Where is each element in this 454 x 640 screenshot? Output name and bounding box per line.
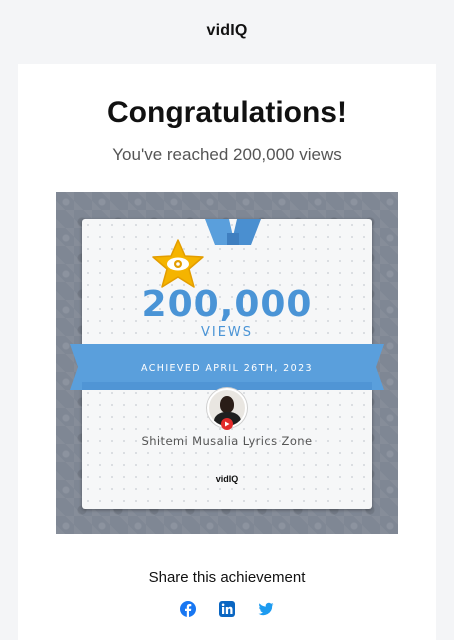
twitter-icon[interactable] bbox=[258, 601, 274, 617]
youtube-icon bbox=[221, 418, 233, 430]
page-title: Congratulations! bbox=[107, 96, 347, 129]
vidiq-logo[interactable]: vidIQ bbox=[206, 22, 247, 40]
badge-vidiq-logo: vidIQ bbox=[215, 474, 239, 484]
view-count: 200,000 bbox=[141, 284, 313, 325]
subtitle: You've reached 200,000 views bbox=[112, 145, 342, 164]
eye-icon bbox=[167, 257, 189, 271]
facebook-icon[interactable] bbox=[180, 601, 196, 617]
medal-ribbon bbox=[205, 219, 261, 245]
channel-name: Shitemi Musalia Lyrics Zone bbox=[141, 434, 313, 448]
achievement-date: ACHIEVED APRIL 26TH, 2023 bbox=[141, 363, 313, 374]
view-count-unit: VIEWS bbox=[200, 325, 254, 340]
header: vidIQ bbox=[0, 0, 454, 62]
linkedin-icon[interactable] bbox=[219, 601, 235, 617]
share-heading: Share this achievement bbox=[148, 569, 306, 586]
social-share-links bbox=[180, 601, 274, 617]
